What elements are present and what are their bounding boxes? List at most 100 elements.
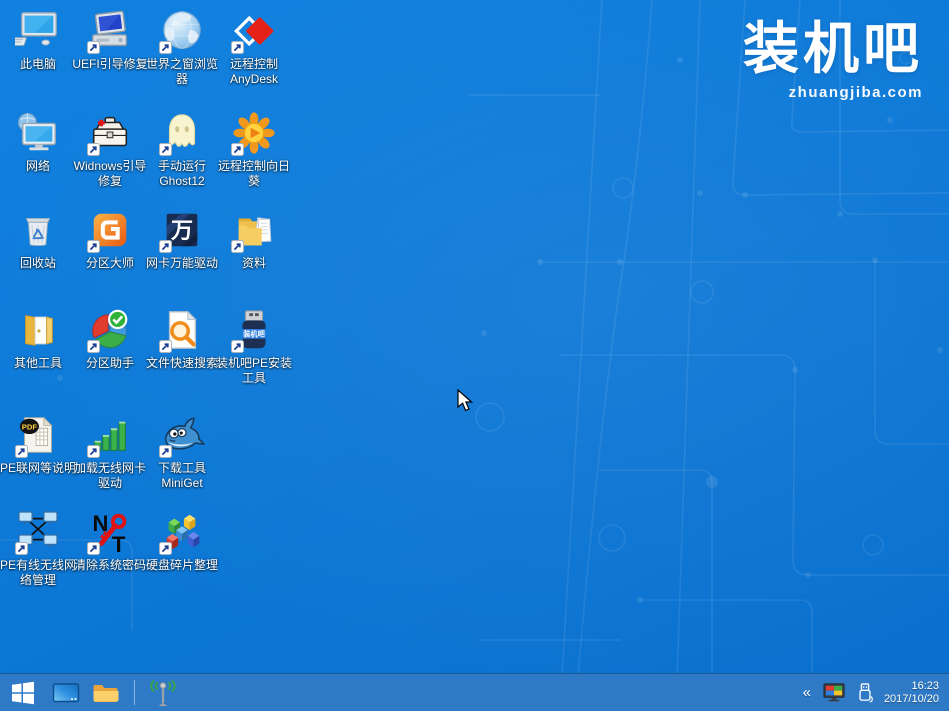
tray-clock[interactable]: 16:23 2017/10/20: [884, 680, 939, 706]
show-desktop-button[interactable]: [46, 674, 86, 711]
desktop-icon-label: PE联网等说明: [0, 461, 79, 476]
desktop-icon-label: 此电脑: [0, 57, 79, 72]
svg-text:PDF: PDF: [22, 422, 38, 431]
disk-defrag-icon: [159, 509, 205, 555]
desktop-icon-file-search[interactable]: 文件快速搜索: [146, 307, 218, 371]
desktop-icon-label: 下载工具MiniGet: [141, 461, 223, 491]
shortcut-arrow-icon: [159, 542, 172, 555]
start-icon: [10, 680, 36, 706]
anydesk-remote-icon: [231, 8, 277, 54]
docs-folder-icon: [231, 207, 277, 253]
svg-text:装机吧: 装机吧: [242, 330, 265, 339]
start-button[interactable]: [0, 674, 46, 711]
svg-text:T: T: [112, 532, 126, 555]
taskbar-separator: [134, 680, 135, 705]
brand-logo-subtitle: zhuangjiba.com: [743, 84, 923, 101]
shortcut-arrow-icon: [15, 445, 28, 458]
uefi-repair-icon: [87, 8, 133, 54]
shortcut-arrow-icon: [159, 143, 172, 156]
other-tools-folder-icon: [15, 307, 61, 353]
desktop-icon-label: 分区助手: [69, 356, 151, 371]
desktop-icon-nt-password-clear[interactable]: NT 清除系统密码: [74, 509, 146, 573]
desktop-icon-sunflower-remote[interactable]: 远程控制向日葵: [218, 110, 290, 189]
desktop-icon-pe-network-readme[interactable]: PDF PE联网等说明: [2, 412, 74, 476]
pe-network-readme-icon: PDF: [15, 412, 61, 458]
desktop-icon-world-window-browser[interactable]: 世界之窗浏览器: [146, 8, 218, 87]
show-desktop-icon: [52, 681, 80, 705]
desktop-icon-label: 远程控制AnyDesk: [213, 57, 295, 87]
file-explorer-button[interactable]: [86, 674, 126, 711]
desktop-icon-windows-boot-repair[interactable]: Widnows引导修复: [74, 110, 146, 189]
desktop-icon-universal-nic-driver[interactable]: 万 网卡万能驱动: [146, 207, 218, 271]
sunflower-remote-icon: [231, 110, 277, 156]
desktop-icon-disk-defrag[interactable]: 硬盘碎片整理: [146, 509, 218, 573]
tray-date: 2017/10/20: [884, 693, 939, 706]
taskbar: «: [0, 673, 949, 711]
svg-text:万: 万: [170, 218, 193, 243]
brand-logo-title: 装机吧: [743, 20, 923, 79]
desktop-icon-ghost12[interactable]: 手动运行Ghost12: [146, 110, 218, 189]
brand-logo: 装机吧 zhuangjiba.com: [743, 20, 923, 101]
shortcut-arrow-icon: [159, 41, 172, 54]
recycle-bin-icon: [15, 207, 61, 253]
system-tray: «: [801, 680, 949, 706]
diskgenius-icon: [87, 207, 133, 253]
desktop-icon-label: 文件快速搜索: [141, 356, 223, 371]
desktop-icon-diskgenius[interactable]: 分区大师: [74, 207, 146, 271]
shortcut-arrow-icon: [87, 240, 100, 253]
desktop-icon-label: 装机吧PE安装工具: [213, 356, 295, 386]
desktop-icon-label: 网络: [0, 159, 79, 174]
desktop-icon-label: 世界之窗浏览器: [141, 57, 223, 87]
zhuangjiba-pe-installer-icon: 装机吧: [231, 307, 277, 353]
desktop-icon-network[interactable]: 网络: [2, 110, 74, 174]
desktop-icon-anydesk-remote[interactable]: 远程控制AnyDesk: [218, 8, 290, 87]
shortcut-arrow-icon: [87, 340, 100, 353]
desktop-icon-this-pc[interactable]: 此电脑: [2, 8, 74, 72]
desktop-icon-partition-assistant[interactable]: 分区助手: [74, 307, 146, 371]
usb-eject-icon[interactable]: [856, 682, 874, 704]
desktop: 装机吧 zhuangjiba.com 此电脑 UEFI引导修复 世界之窗浏览器 …: [0, 0, 949, 711]
desktop-icon-label: 加载无线网卡驱动: [69, 461, 151, 491]
desktop-icon-recycle-bin[interactable]: 回收站: [2, 207, 74, 271]
world-window-browser-icon: [159, 8, 205, 54]
desktop-icon-label: 手动运行Ghost12: [141, 159, 223, 189]
desktop-icon-label: 网卡万能驱动: [141, 256, 223, 271]
desktop-icon-label: 远程控制向日葵: [213, 159, 295, 189]
network-icon: [15, 110, 61, 156]
wireless-antenna-icon: [148, 679, 178, 707]
desktop-icon-zhuangjiba-pe-installer[interactable]: 装机吧 装机吧PE安装工具: [218, 307, 290, 386]
wireless-antenna-button[interactable]: [143, 674, 183, 711]
shortcut-arrow-icon: [231, 240, 244, 253]
desktop-icon-label: Widnows引导修复: [69, 159, 151, 189]
wireless-driver-loader-icon: [87, 412, 133, 458]
miniget-downloader-icon: [159, 412, 205, 458]
shortcut-arrow-icon: [87, 41, 100, 54]
desktop-icon-other-tools-folder[interactable]: 其他工具: [2, 307, 74, 371]
desktop-icon-docs-folder[interactable]: 资料: [218, 207, 290, 271]
desktop-icon-label: 回收站: [0, 256, 79, 271]
desktop-icon-label: 清除系统密码: [69, 558, 151, 573]
desktop-icon-label: 其他工具: [0, 356, 79, 371]
shortcut-arrow-icon: [159, 240, 172, 253]
desktop-icon-miniget-downloader[interactable]: 下载工具MiniGet: [146, 412, 218, 491]
tray-expand-button[interactable]: «: [801, 685, 813, 700]
display-settings-icon[interactable]: [823, 682, 846, 704]
nt-password-clear-icon: NT: [87, 509, 133, 555]
shortcut-arrow-icon: [87, 143, 100, 156]
pe-network-manager-icon: [15, 509, 61, 555]
desktop-icon-label: 资料: [213, 256, 295, 271]
desktop-icon-pe-network-manager[interactable]: PE有线无线网络管理: [2, 509, 74, 588]
desktop-icon-label: 分区大师: [69, 256, 151, 271]
mouse-cursor-icon: [456, 389, 473, 413]
universal-nic-driver-icon: 万: [159, 207, 205, 253]
file-explorer-icon: [92, 681, 120, 705]
this-pc-icon: [15, 8, 61, 54]
taskbar-buttons: [0, 674, 183, 711]
desktop-icon-wireless-driver-loader[interactable]: 加载无线网卡驱动: [74, 412, 146, 491]
shortcut-arrow-icon: [87, 445, 100, 458]
shortcut-arrow-icon: [159, 445, 172, 458]
windows-boot-repair-icon: [87, 110, 133, 156]
shortcut-arrow-icon: [87, 542, 100, 555]
tray-time: 16:23: [884, 680, 939, 693]
desktop-icon-uefi-repair[interactable]: UEFI引导修复: [74, 8, 146, 72]
